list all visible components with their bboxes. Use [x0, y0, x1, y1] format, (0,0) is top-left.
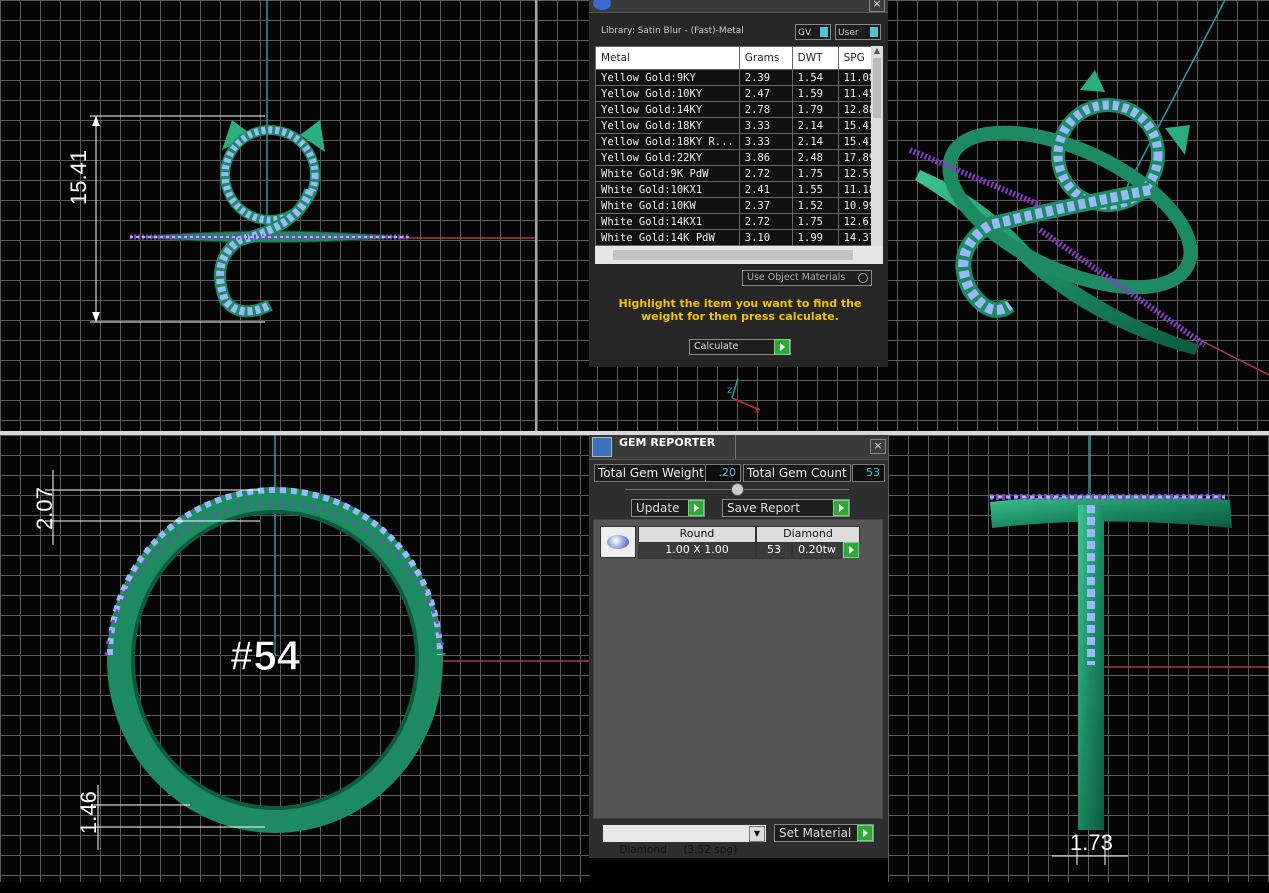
metal-cell: White Gold:14KX1: [595, 213, 740, 230]
chevron-down-icon[interactable]: ▼: [749, 826, 765, 842]
dimension-top-label: 2.07: [32, 487, 57, 530]
ring-side-view: [45, 435, 590, 850]
horizontal-scrollbar[interactable]: [595, 246, 883, 264]
total-gem-count-label: Total Gem Count: [743, 464, 851, 482]
gem-list-area[interactable]: Round Diamond 1.00 X 1.00 53 0.20tw: [593, 519, 883, 819]
metal-column-header[interactable]: Metal: [595, 46, 740, 70]
metal-row[interactable]: White Gold:14KX1 2.72 1.75 12.61: [595, 213, 883, 230]
metal-row[interactable]: White Gold:9K PdW 2.72 1.75 12.59: [595, 165, 883, 182]
metal-cell: 2.72: [738, 213, 793, 230]
metal-cell: Yellow Gold:22KY: [595, 149, 740, 166]
gem-material-header: Diamond: [756, 526, 860, 543]
splitter-handle[interactable]: [625, 483, 849, 496]
metal-table: Metal Grams DWT SPG Yellow Gold:9KY 2.39 1.54…: [595, 46, 883, 246]
vertical-scrollbar[interactable]: ▲: [871, 46, 883, 246]
metal-cell: 2.39: [738, 69, 793, 86]
svg-text:x: x: [754, 406, 760, 416]
metal-cell: White Gold:14K PdW: [595, 229, 740, 246]
metal-row[interactable]: Yellow Gold:14KY 2.78 1.79 12.88: [595, 101, 883, 118]
calculate-hint: Highlight the item you want to find the …: [618, 297, 862, 323]
metal-row[interactable]: White Gold:10KX1 2.41 1.55 11.18: [595, 181, 883, 198]
metal-row[interactable]: White Gold:14K PdW 3.10 1.99 14.37: [595, 229, 883, 246]
metal-cell: Yellow Gold:18KY R...: [595, 133, 740, 150]
gem-size: 1.00 X 1.00: [638, 542, 756, 559]
gem-reporter-icon: [592, 437, 612, 457]
gv-toggle[interactable]: GV: [795, 24, 831, 40]
metal-cell: 2.48: [791, 149, 839, 166]
gem-row[interactable]: Round Diamond 1.00 X 1.00 53 0.20tw: [598, 526, 862, 560]
metal-cell: Yellow Gold:10KY: [595, 85, 740, 102]
user-toggle[interactable]: User: [835, 24, 881, 40]
svg-text:z: z: [727, 385, 732, 396]
metal-cell: 1.54: [791, 69, 839, 86]
metal-cell: 3.33: [738, 133, 793, 150]
metal-cell: 3.86: [738, 149, 793, 166]
metal-row[interactable]: White Gold:10KW 2.37 1.52 10.99: [595, 197, 883, 214]
metal-cell: 1.75: [791, 165, 839, 182]
metal-cell: 2.78: [738, 101, 793, 118]
close-icon[interactable]: ×: [869, 0, 885, 12]
metal-cell: 2.37: [738, 197, 793, 214]
dimension-bottom-label: 1.46: [76, 791, 101, 834]
metal-cell: 1.59: [791, 85, 839, 102]
material-select[interactable]: Diamond (3.52 spg) ▼: [602, 824, 767, 856]
metal-table-container[interactable]: Metal Grams DWT SPG Yellow Gold:9KY 2.39 1.54…: [595, 46, 883, 264]
metal-cell: Yellow Gold:14KY: [595, 101, 740, 118]
metal-column-header[interactable]: DWT: [791, 46, 839, 70]
metal-row[interactable]: Yellow Gold:22KY 3.86 2.48 17.89: [595, 149, 883, 166]
titlebar-separator: [735, 435, 736, 459]
total-gem-count-value: 53: [852, 464, 885, 482]
metal-cell: 1.75: [791, 213, 839, 230]
metal-cell: 1.79: [791, 101, 839, 118]
save-report-button[interactable]: Save Report: [722, 499, 850, 517]
metal-cell: 2.47: [738, 85, 793, 102]
update-button[interactable]: Update: [631, 499, 705, 517]
gem-reporter-titlebar[interactable]: GEM REPORTER ×: [589, 435, 888, 460]
metal-cell: White Gold:10KW: [595, 197, 740, 214]
metal-cell: 3.33: [738, 117, 793, 134]
use-object-materials-toggle[interactable]: Use Object Materials: [742, 270, 872, 286]
metal-column-header[interactable]: Grams: [738, 46, 793, 70]
app-icon: [593, 0, 611, 10]
metal-row[interactable]: Yellow Gold:10KY 2.47 1.59 11.45: [595, 85, 883, 102]
dimension-height-label: 15.41: [66, 149, 91, 205]
metal-cell: 2.14: [791, 117, 839, 134]
close-icon[interactable]: ×: [870, 439, 886, 454]
total-gem-weight-label: Total Gem Weight: [594, 464, 706, 482]
metal-cell: 1.55: [791, 181, 839, 198]
gem-reporter-panel: GEM REPORTER × Total Gem Weight .20 Tota…: [589, 435, 888, 858]
metal-weight-panel: × Library: Satin Blur - (Fast)-Metal GV …: [589, 0, 888, 367]
metal-cell: Yellow Gold:18KY: [595, 117, 740, 134]
metal-cell: 2.41: [738, 181, 793, 198]
gem-count: 53: [756, 542, 792, 559]
ring-end-view: [990, 435, 1269, 865]
set-material-button[interactable]: Set Material: [774, 824, 874, 842]
scroll-up-icon[interactable]: ▲: [871, 46, 883, 58]
metal-cell: Yellow Gold:9KY: [595, 69, 740, 86]
gem-shape-header: Round: [638, 526, 756, 543]
ring-front-view: [90, 0, 535, 323]
metal-row[interactable]: Yellow Gold:18KY R... 3.33 2.14 15.41: [595, 133, 883, 150]
metal-cell: White Gold:9K PdW: [595, 165, 740, 182]
gem-reporter-title: GEM REPORTER: [619, 436, 716, 449]
total-gem-weight-value: .20: [705, 464, 741, 482]
metal-cell: 1.52: [791, 197, 839, 214]
metal-cell: White Gold:10KX1: [595, 181, 740, 198]
library-label: Library: Satin Blur - (Fast)-Metal: [601, 26, 744, 36]
gem-weight: 0.20tw: [792, 542, 842, 559]
ring-size-label: #54: [229, 632, 301, 680]
metal-cell: 1.99: [791, 229, 839, 246]
metal-cell: 3.10: [738, 229, 793, 246]
collapse-icon[interactable]: [731, 483, 744, 496]
scroll-thumb[interactable]: [873, 58, 881, 118]
metal-row[interactable]: Yellow Gold:18KY 3.33 2.14 15.41: [595, 117, 883, 134]
metal-cell: 2.14: [791, 133, 839, 150]
round-gem-icon: [600, 526, 636, 558]
dimension-width-label: 1.73: [1070, 830, 1113, 855]
metal-cell: 2.72: [738, 165, 793, 182]
metal-row[interactable]: Yellow Gold:9KY 2.39 1.54 11.08: [595, 69, 883, 86]
panel-titlebar[interactable]: ×: [589, 0, 888, 13]
gem-row-select-button[interactable]: [843, 542, 859, 558]
calculate-button[interactable]: Calculate: [689, 339, 791, 355]
